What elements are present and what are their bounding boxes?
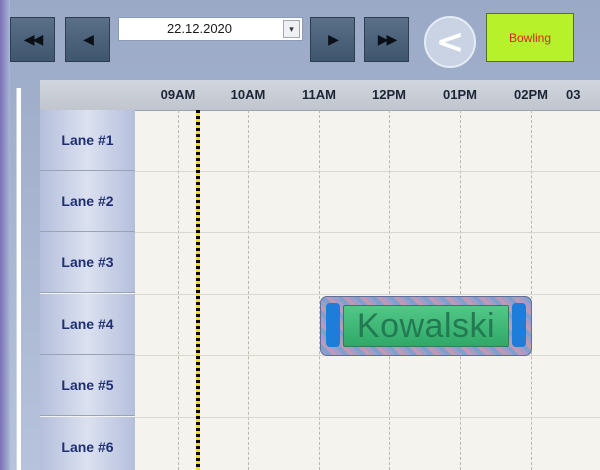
booking-label-area: Kowalski — [343, 305, 509, 347]
grid-column-line — [319, 110, 320, 470]
time-label: 11AM — [302, 87, 336, 102]
double-right-arrow-icon: ▶▶ — [377, 31, 397, 48]
date-value: 22.12.2020 — [166, 21, 233, 36]
time-label: 03 — [566, 87, 581, 102]
back-arrow-icon: < — [435, 22, 465, 62]
lane-label-5[interactable]: Lane #5 — [40, 355, 135, 416]
grid-column-line — [531, 110, 532, 470]
bowling-mode-button[interactable]: Bowling — [486, 13, 574, 62]
grid-column-line — [460, 110, 461, 470]
lane-name: Lane #6 — [61, 439, 114, 455]
schedule-grid[interactable]: 09AM 10AM 11AM 12PM 01PM 02PM 03 Lane #1… — [40, 80, 600, 470]
grid-column-line — [389, 110, 390, 470]
lane-label-2[interactable]: Lane #2 — [40, 171, 135, 232]
lane-name: Lane #1 — [61, 132, 114, 148]
lane-name: Lane #4 — [61, 316, 114, 332]
double-left-arrow-icon: ◀◀ — [23, 31, 43, 48]
resize-handle-left[interactable] — [326, 303, 340, 347]
grid-row-line — [135, 294, 600, 295]
back-button[interactable]: < — [424, 16, 476, 68]
date-picker[interactable]: 22.12.2020 ▾ — [118, 17, 303, 41]
grid-row-line — [135, 171, 600, 172]
resize-handle-right[interactable] — [512, 303, 526, 347]
previous-button[interactable]: ◀ — [65, 17, 110, 62]
grid-column-line — [178, 110, 179, 470]
time-label: 09AM — [160, 87, 196, 102]
dropdown-button[interactable]: ▾ — [283, 20, 300, 38]
last-button[interactable]: ▶▶ — [364, 17, 409, 62]
grid-row-line — [135, 232, 600, 233]
booking-name: Kowalski — [356, 306, 496, 345]
lane-label-1[interactable]: Lane #1 — [40, 110, 135, 171]
lane-name: Lane #3 — [61, 254, 114, 270]
booking-block[interactable]: Kowalski — [320, 296, 532, 356]
lane-label-6[interactable]: Lane #6 — [40, 417, 135, 470]
scroll-track[interactable] — [16, 88, 21, 470]
time-header: 09AM 10AM 11AM 12PM 01PM 02PM 03 — [40, 80, 600, 111]
lane-name: Lane #5 — [61, 377, 114, 393]
current-time-marker — [196, 110, 200, 470]
grid-column-line — [248, 110, 249, 470]
time-label: 12PM — [372, 87, 406, 102]
window-edge — [0, 0, 10, 470]
time-label: 01PM — [443, 87, 477, 102]
mode-label: Bowling — [508, 30, 552, 45]
lane-label-3[interactable]: Lane #3 — [40, 232, 135, 293]
lane-label-4[interactable]: Lane #4 — [40, 294, 135, 355]
left-arrow-icon: ◀ — [83, 31, 94, 48]
next-button[interactable]: ▶ — [310, 17, 355, 62]
lane-name: Lane #2 — [61, 193, 114, 209]
right-arrow-icon: ▶ — [328, 31, 339, 48]
time-label: 02PM — [514, 87, 548, 102]
first-button[interactable]: ◀◀ — [10, 17, 55, 62]
chevron-down-icon: ▾ — [289, 23, 294, 34]
grid-row-line — [135, 417, 600, 418]
time-label: 10AM — [230, 87, 266, 102]
